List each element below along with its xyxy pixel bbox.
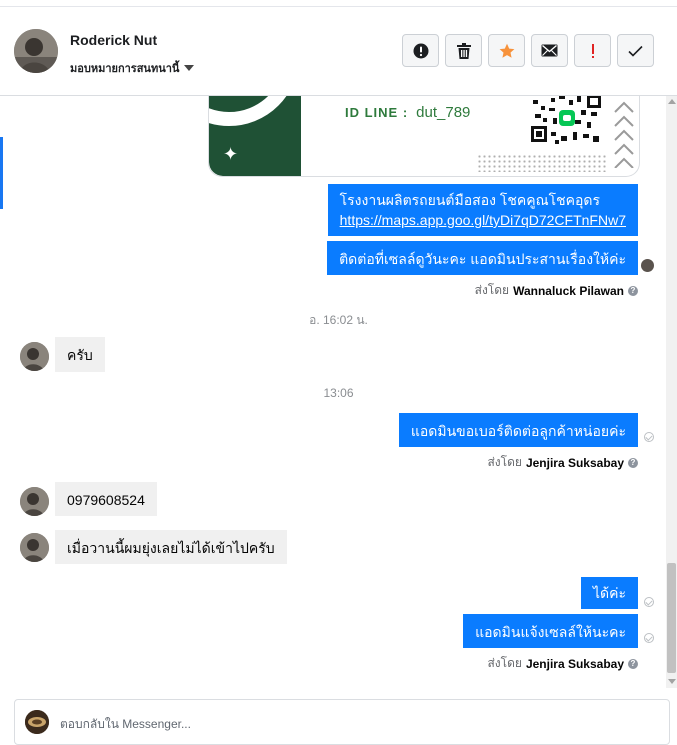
sent-by-prefix: ส่งโดย: [474, 283, 510, 297]
delivered-check-icon: [644, 432, 654, 442]
message-bubble-outgoing[interactable]: ติดต่อที่เซลล์ดูวันะคะ แอดมินประสานเรื่อ…: [327, 241, 638, 275]
delivered-check-icon: [644, 597, 654, 607]
message-text: ได้ค่ะ: [592, 585, 626, 601]
star-icon: [499, 43, 514, 58]
qr-code-icon: [531, 96, 603, 146]
mark-done-button[interactable]: [617, 34, 654, 67]
mark-unread-button[interactable]: [531, 34, 568, 67]
message-text: เมื่อวานนี้ผมยุ่งเลยไม่ได้เข้าไปครับ: [67, 540, 275, 556]
sent-by-name: Wannaluck Pilawan: [513, 283, 624, 298]
scroll-down-arrow-icon[interactable]: [668, 679, 676, 684]
contact-avatar-small: [20, 487, 49, 516]
page-avatar: [25, 710, 49, 734]
message-bubble-incoming[interactable]: เมื่อวานนี้ผมยุ่งเลยไม่ได้เข้าไปครับ: [55, 530, 287, 564]
message-bubble-incoming[interactable]: ครับ: [55, 337, 105, 372]
assign-conversation-dropdown[interactable]: มอบหมายการสนทนานี้: [70, 59, 195, 77]
sparkle-icon: ✦: [223, 144, 239, 164]
message-text: แอดมินแจ้งเซลล์ให้นะคะ: [475, 624, 626, 640]
message-bubble-outgoing[interactable]: โรงงานผลิตรถยนต์มือสอง โชคคูณโชคอุดร htt…: [327, 184, 638, 236]
exclamation-circle-icon: [413, 43, 428, 58]
reply-composer[interactable]: ตอบกลับใน Messenger...: [14, 699, 670, 745]
line-id-label: ID LINE :: [345, 105, 409, 120]
contact-avatar-small: [20, 533, 49, 562]
conversation-header: Roderick Nut มอบหมายการสนทนานี้: [0, 7, 677, 96]
sent-by-label: ส่งโดย Jenjira Suksabay?: [487, 453, 638, 472]
active-indicator-bar: [0, 137, 3, 209]
chevron-pattern-icon: [614, 101, 634, 168]
envelope-icon: [541, 44, 558, 57]
action-toolbar: [402, 34, 654, 67]
image-green-panel: ✦: [209, 96, 301, 176]
message-text: ติดต่อที่เซลล์ดูวันะคะ แอดมินประสานเรื่อ…: [339, 251, 626, 267]
follow-up-button[interactable]: [574, 34, 611, 67]
sent-by-prefix: ส่งโดย: [487, 656, 522, 670]
spam-report-button[interactable]: [402, 34, 439, 67]
contact-avatar[interactable]: [14, 29, 58, 73]
sent-by-name: Jenjira Suksabay: [525, 455, 624, 470]
star-button[interactable]: [488, 34, 525, 67]
contact-name[interactable]: Roderick Nut: [70, 32, 157, 48]
seen-avatar: [641, 259, 654, 272]
message-bubble-outgoing[interactable]: ได้ค่ะ: [580, 577, 638, 609]
red-exclamation-icon: [591, 43, 594, 58]
message-bubble-outgoing[interactable]: แอดมินขอเบอร์ติดต่อลูกค้าหน่อยค่ะ: [398, 413, 638, 447]
message-text: 0979608524: [67, 492, 145, 508]
help-icon[interactable]: ?: [628, 658, 638, 669]
scrollbar-thumb[interactable]: [667, 563, 676, 673]
sent-by-prefix: ส่งโดย: [487, 455, 522, 469]
timestamp: 13:06: [323, 386, 354, 400]
assign-label: มอบหมายการสนทนานี้: [70, 63, 180, 75]
sent-by-label: ส่งโดย Jenjira Suksabay?: [487, 654, 638, 673]
line-id-text: ID LINE : dut_789: [345, 104, 470, 121]
trash-icon: [456, 42, 471, 59]
line-id-value: dut_789: [416, 104, 471, 121]
dot-pattern: [477, 154, 607, 172]
message-text: แอดมินขอเบอร์ติดต่อลูกค้าหน่อยค่ะ: [410, 423, 626, 439]
sent-by-label: ส่งโดย Wannaluck Pilawan?: [475, 281, 638, 300]
shared-image-card[interactable]: ✦ ID LINE : dut_789: [208, 96, 640, 177]
delete-button[interactable]: [445, 34, 482, 67]
contact-avatar-small: [20, 342, 49, 371]
help-icon[interactable]: ?: [628, 285, 638, 296]
maps-link[interactable]: https://maps.app.goo.gl/tyDi7qD72CFTnFNw…: [340, 210, 626, 230]
message-text: ครับ: [67, 347, 93, 363]
checkmark-icon: [628, 45, 643, 57]
help-icon[interactable]: ?: [628, 457, 638, 468]
sent-by-name: Jenjira Suksabay: [525, 656, 624, 671]
scroll-up-arrow-icon[interactable]: [668, 99, 676, 104]
message-bubble-outgoing[interactable]: แอดมินแจ้งเซลล์ให้นะคะ: [463, 614, 638, 648]
timestamp: อ. 16:02 น.: [309, 313, 368, 327]
message-bubble-incoming[interactable]: 0979608524: [55, 482, 157, 516]
reply-input-placeholder[interactable]: ตอบกลับใน Messenger...: [60, 715, 191, 734]
delivered-check-icon: [644, 633, 654, 643]
caret-down-icon: [184, 65, 195, 71]
message-text: โรงงานผลิตรถยนต์มือสอง โชคคูณโชคอุดร: [339, 192, 600, 208]
